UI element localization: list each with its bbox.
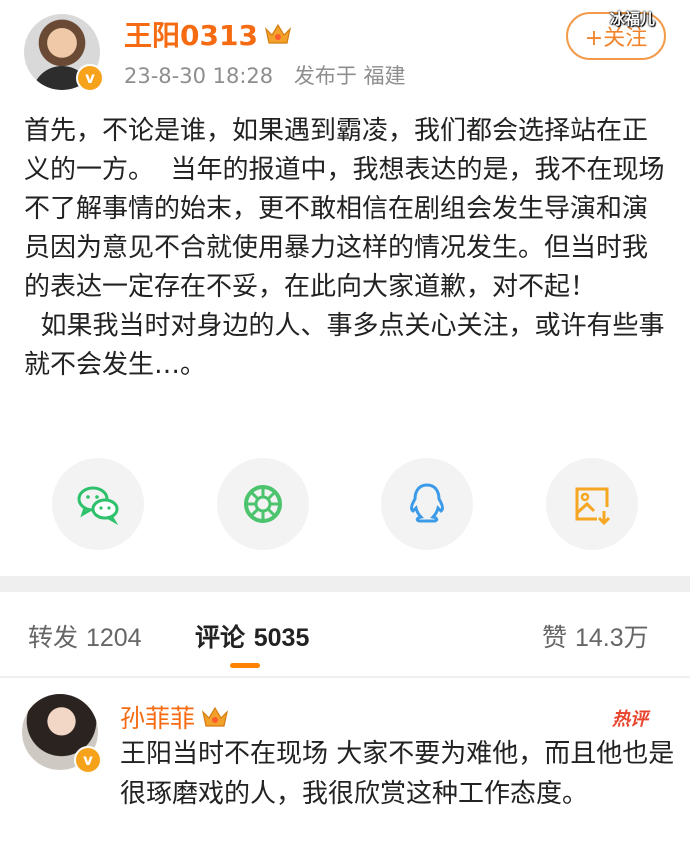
qq-icon: [410, 483, 444, 523]
active-tab-indicator: [230, 663, 260, 668]
crown-icon: [202, 706, 229, 727]
tab-likes-label: 赞: [542, 623, 568, 652]
tab-comments-count: 5035: [253, 624, 310, 652]
tab-repost-count: 1204: [85, 624, 142, 652]
tab-comments[interactable]: 评论 5035: [195, 618, 309, 654]
share-moments-button[interactable]: [217, 458, 309, 550]
crown-icon: [264, 23, 291, 44]
tab-repost-label: 转发: [28, 623, 79, 652]
tab-repost[interactable]: 转发 1204: [28, 618, 142, 654]
verified-badge-icon: v: [76, 64, 104, 92]
moments-icon: [244, 485, 282, 523]
tab-likes-count: 14.3万: [574, 624, 649, 652]
hot-comment-badge: 热评: [612, 709, 648, 730]
verified-badge-icon: v: [74, 746, 102, 774]
watermark: 冰福儿: [610, 10, 656, 28]
share-wechat-button[interactable]: [52, 458, 144, 550]
share-qq-button[interactable]: [381, 458, 473, 550]
tabs-bottom-border: [0, 676, 690, 678]
wechat-icon: [77, 486, 119, 526]
post-meta: 23-8-30 18:28 发布于 福建: [124, 60, 420, 90]
post-author-name[interactable]: 王阳0313: [124, 14, 258, 54]
post-author-row: 王阳0313: [124, 14, 292, 54]
post-body: 首先，不论是谁，如果遇到霸凌，我们都会选择站在正义的一方。 当年的报道中，我想表…: [24, 116, 665, 380]
comment-body: 王阳当时不在现场 大家不要为难他，而且他也是很琢磨戏的人，我很欣赏这种工作态度。: [120, 739, 675, 809]
post-timestamp: 23-8-30 18:28: [124, 64, 274, 88]
section-divider: [0, 576, 690, 592]
save-image-button[interactable]: [546, 458, 638, 550]
commenter-name[interactable]: 孙菲菲: [120, 699, 195, 735]
commenter-row: 孙菲菲: [120, 699, 229, 735]
tab-likes[interactable]: 赞 14.3万: [542, 618, 649, 654]
save-image-icon: [575, 487, 611, 526]
tab-comments-label: 评论: [195, 623, 246, 652]
post-location: 发布于 福建: [293, 64, 406, 88]
